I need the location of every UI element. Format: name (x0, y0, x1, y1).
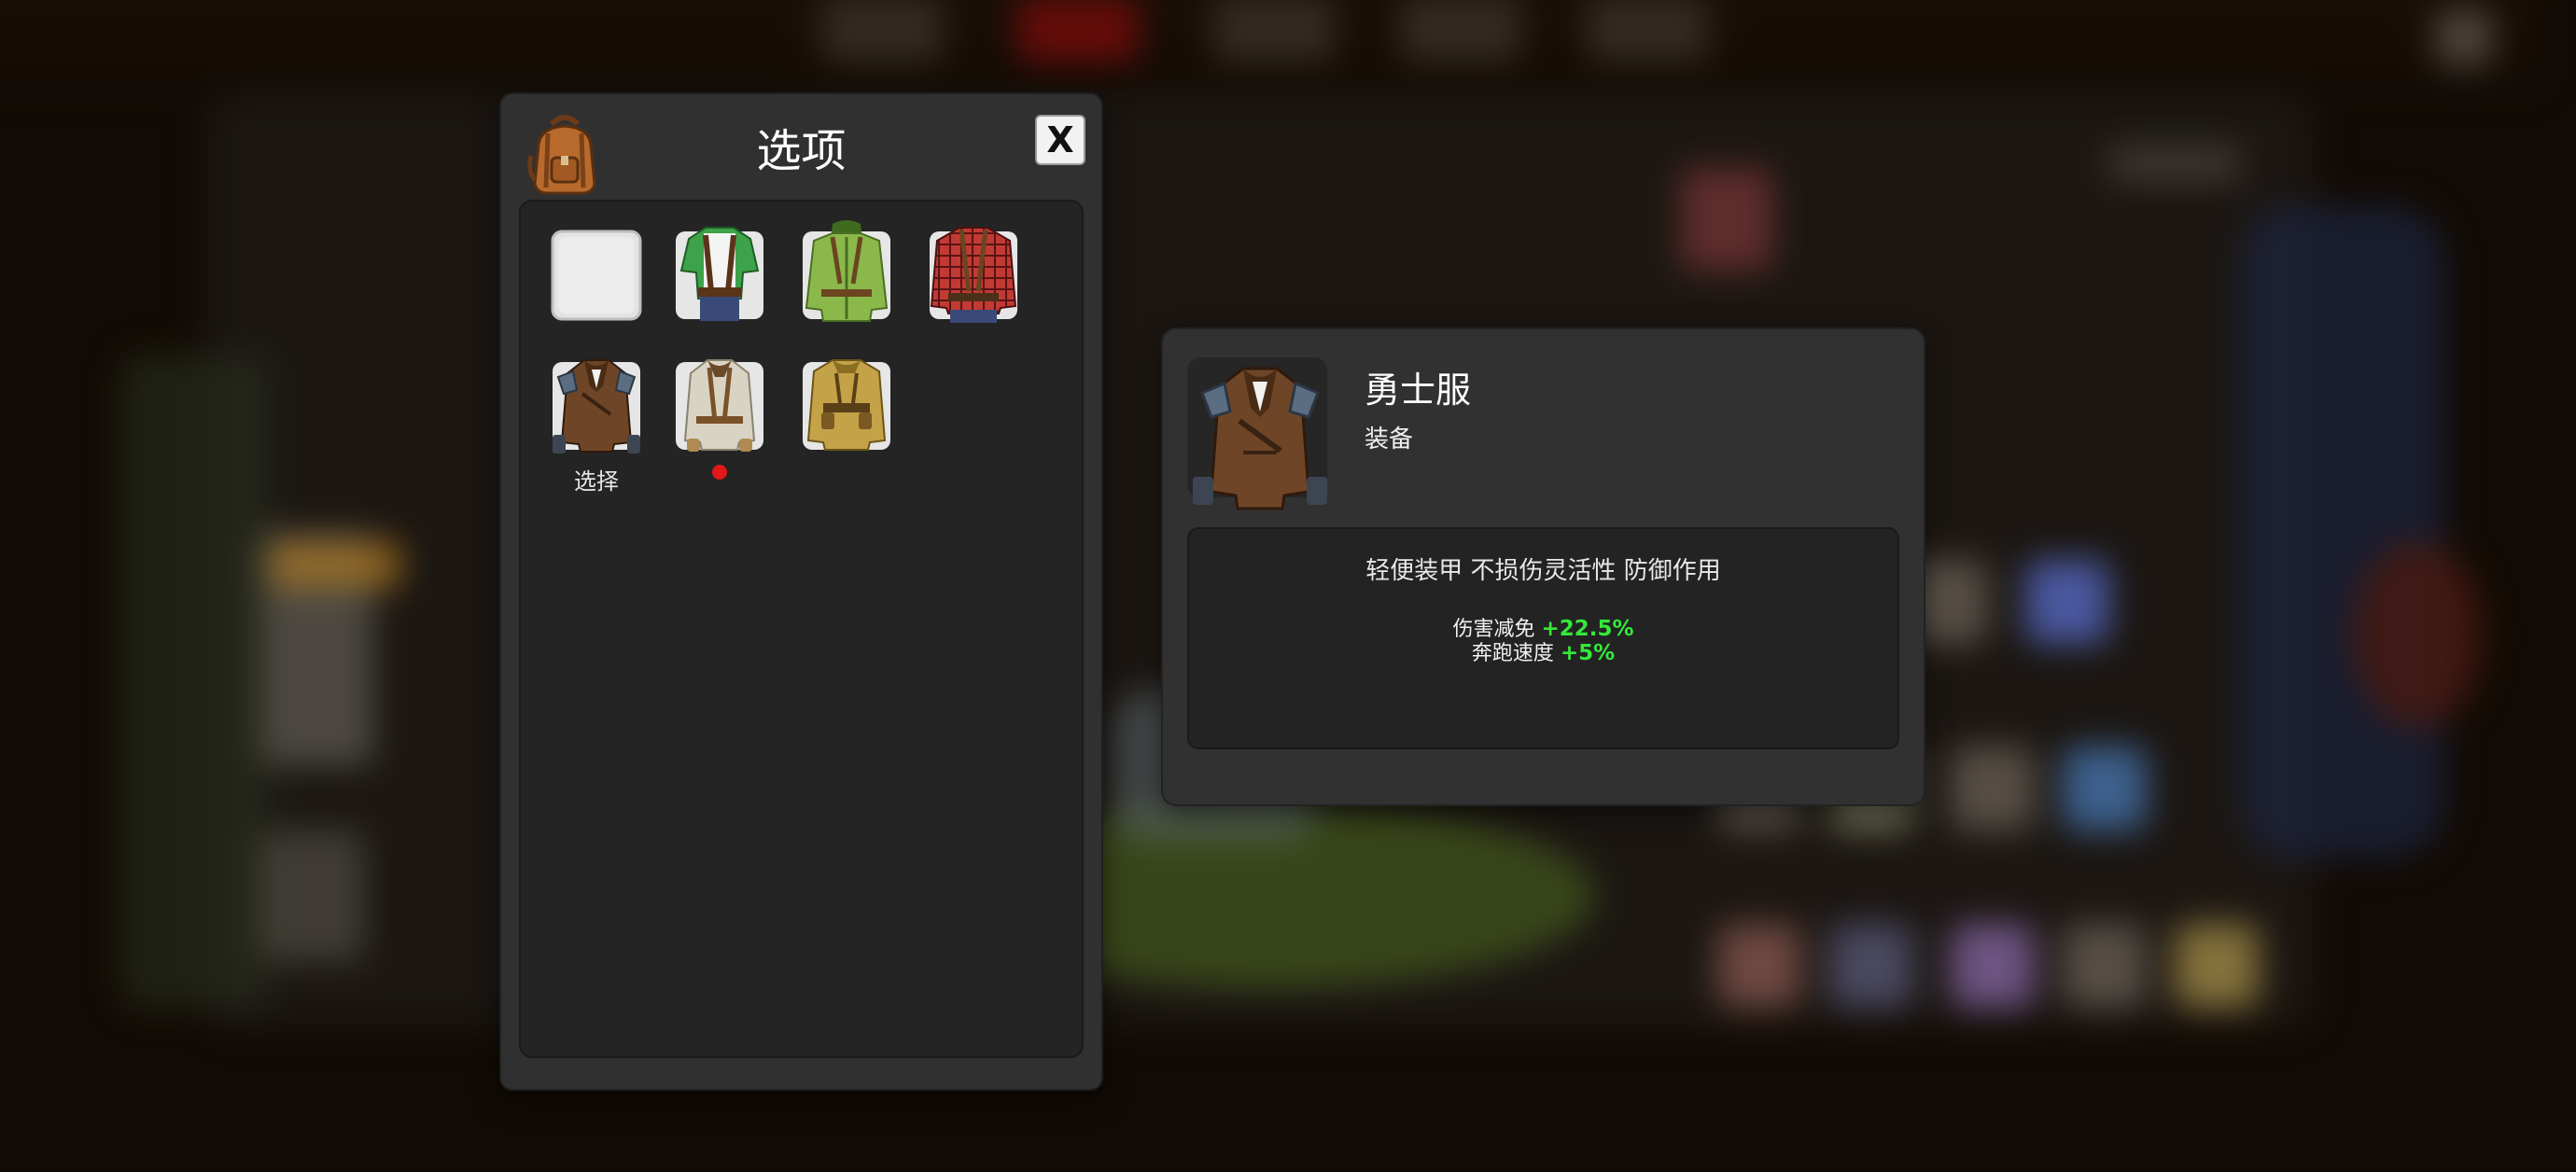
panel-title: 选项 (756, 125, 847, 177)
stat-label: 奔跑速度 (1471, 642, 1554, 665)
stat-line: 奔跑速度 +5% (1187, 641, 1899, 666)
item-name: 勇士服 (1365, 370, 1472, 411)
item-slot-green-tshirt[interactable] (668, 218, 771, 330)
item-detail-panel: 勇士服 装备 轻便装甲 不损伤灵活性 防御作用 伤害减免 +22.5% 奔跑速度… (1163, 329, 1924, 804)
item-slot-red-plaid[interactable] (922, 216, 1025, 328)
item-caption: 选择 (574, 468, 619, 495)
item-description: 轻便装甲 不损伤灵活性 防御作用 (1365, 557, 1721, 585)
new-item-indicator (712, 465, 727, 480)
stat-label: 伤害减免 (1452, 618, 1535, 641)
item-slot-green-hood[interactable] (795, 218, 898, 330)
item-slot-warrior-armor[interactable]: 选择 (545, 349, 648, 495)
item-slot-khaki-jacket[interactable] (795, 349, 898, 461)
stat-line: 伤害减免 +22.5% (1187, 617, 1899, 642)
close-button[interactable]: X (1035, 115, 1085, 165)
item-slot-empty[interactable] (545, 224, 648, 336)
warrior-armor-icon (1187, 357, 1327, 510)
item-slot-white-explorer[interactable] (668, 349, 771, 480)
stat-value: +22.5% (1541, 617, 1634, 641)
item-description-box: 轻便装甲 不损伤灵活性 防御作用 伤害减免 +22.5% 奔跑速度 +5% (1187, 527, 1899, 749)
item-grid: 选择 (519, 200, 1084, 1058)
options-panel: 选项 X 选择 (501, 94, 1101, 1089)
stat-value: +5% (1560, 641, 1616, 665)
item-type: 装备 (1365, 426, 1414, 453)
